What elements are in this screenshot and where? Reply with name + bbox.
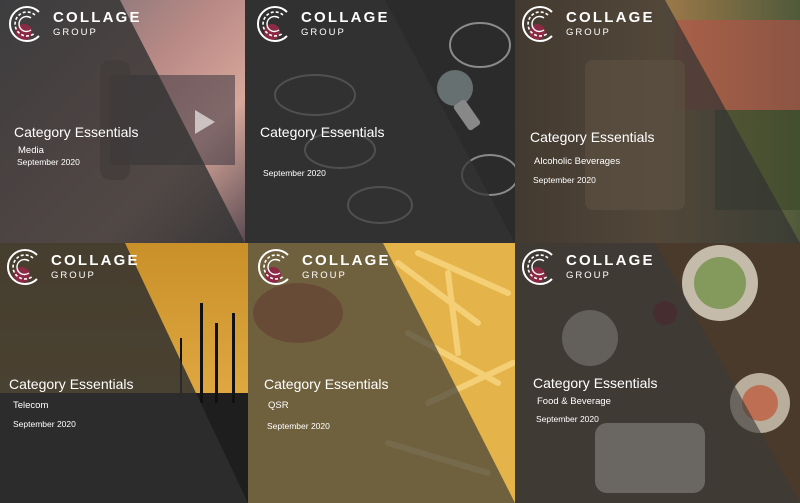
- tile-date: September 2020: [536, 414, 599, 424]
- tile-date: September 2020: [267, 421, 330, 431]
- collage-group-logo: COLLAGE GROUP: [3, 247, 140, 287]
- brand-group: GROUP: [301, 27, 346, 39]
- collage-group-logo: COLLAGE GROUP: [5, 4, 142, 44]
- brand-name: COLLAGE: [566, 9, 655, 27]
- brand-name: COLLAGE: [566, 252, 655, 270]
- tile-date: September 2020: [13, 419, 76, 429]
- collage-logo-icon: [521, 249, 553, 285]
- collage-logo-icon: [6, 249, 38, 285]
- tile-category: Food & Beverage: [537, 396, 611, 407]
- brand-group: GROUP: [51, 270, 96, 282]
- tile-title: Category Essentials: [533, 375, 658, 391]
- collage-group-logo: COLLAGE GROUP: [518, 4, 655, 44]
- tile-qsr[interactable]: COLLAGE GROUP Category Essentials QSR Se…: [248, 243, 515, 503]
- tile-alcoholic-beverages[interactable]: COLLAGE GROUP Category Essentials Alcoho…: [515, 0, 800, 243]
- tile-category: Media: [18, 145, 44, 156]
- brand-name: COLLAGE: [51, 252, 140, 270]
- tile-date: September 2020: [533, 175, 596, 185]
- brand-group: GROUP: [53, 27, 98, 39]
- collage-logo-icon: [8, 6, 40, 42]
- brand-name: COLLAGE: [302, 252, 391, 270]
- tile-date: September 2020: [17, 157, 80, 167]
- tile-telecom[interactable]: COLLAGE GROUP Category Essentials Teleco…: [0, 243, 248, 503]
- tile-title: Category Essentials: [264, 376, 389, 392]
- tile-media[interactable]: COLLAGE GROUP Category Essentials Media …: [0, 0, 245, 243]
- collage-logo-icon: [256, 6, 288, 42]
- collage-logo-icon: [521, 6, 553, 42]
- brand-name: COLLAGE: [301, 9, 390, 27]
- tile-title: Category Essentials: [260, 124, 385, 140]
- brand-name: COLLAGE: [53, 9, 142, 27]
- tile-category: QSR: [268, 400, 289, 411]
- brand-group: GROUP: [566, 27, 611, 39]
- brand-group: GROUP: [566, 270, 611, 282]
- brand-group: GROUP: [302, 270, 347, 282]
- tile-general[interactable]: COLLAGE GROUP Category Essentials Septem…: [245, 0, 515, 243]
- collage-group-logo: COLLAGE GROUP: [518, 247, 655, 287]
- tile-date: September 2020: [263, 168, 326, 178]
- collage-logo-icon: [257, 249, 289, 285]
- tile-title: Category Essentials: [9, 376, 134, 392]
- tile-title: Category Essentials: [530, 129, 655, 145]
- tile-title: Category Essentials: [14, 124, 139, 140]
- collage-group-logo: COLLAGE GROUP: [254, 247, 391, 287]
- tile-category: Telecom: [13, 400, 49, 411]
- tile-food-beverage[interactable]: COLLAGE GROUP Category Essentials Food &…: [515, 243, 800, 503]
- tile-category: Alcoholic Beverages: [534, 156, 621, 167]
- report-cover-grid: COLLAGE GROUP Category Essentials Media …: [0, 0, 800, 503]
- collage-group-logo: COLLAGE GROUP: [253, 4, 390, 44]
